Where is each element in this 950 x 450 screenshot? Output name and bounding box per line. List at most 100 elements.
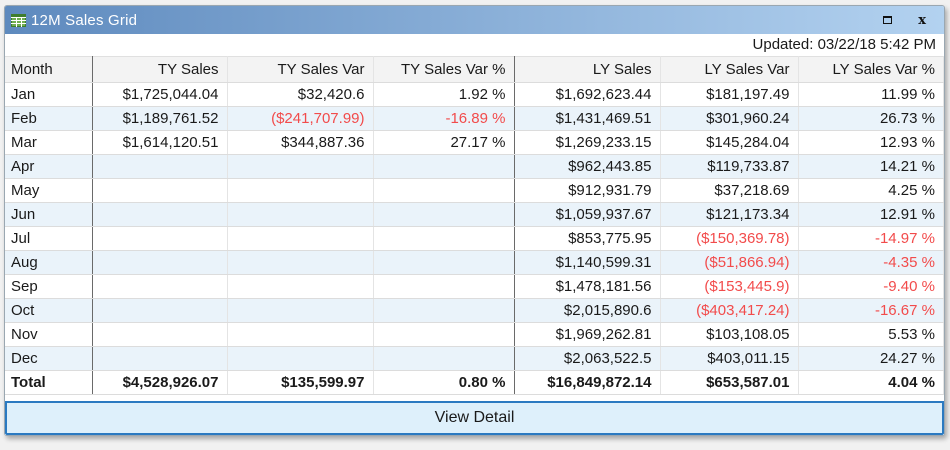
value-cell	[227, 202, 374, 227]
value-cell	[373, 298, 515, 323]
maximize-icon[interactable]	[883, 16, 893, 24]
value-cell: $344,887.36	[227, 130, 374, 155]
value-cell	[373, 346, 515, 371]
value-cell: -9.40 %	[798, 274, 944, 299]
value-cell: $32,420.6	[227, 82, 374, 107]
value-cell	[92, 202, 228, 227]
value-cell: 5.53 %	[798, 322, 944, 347]
value-cell: ($403,417.24)	[660, 298, 799, 323]
month-cell: Apr	[5, 154, 93, 179]
value-cell: $403,011.15	[660, 346, 799, 371]
value-cell: 4.04 %	[798, 370, 944, 395]
value-cell: $1,692,623.44	[514, 82, 661, 107]
table-row[interactable]: Apr $962,443.85 $119,733.87 14.21 %	[5, 154, 944, 179]
window-content: Updated: 03/22/18 5:42 PM Month TY Sales…	[5, 34, 944, 435]
column-header-ty-sales: TY Sales	[92, 56, 228, 83]
value-cell: 14.21 %	[798, 154, 944, 179]
value-cell	[92, 298, 228, 323]
header-row: Month TY Sales TY Sales Var TY Sales Var…	[5, 56, 944, 83]
value-cell: $653,587.01	[660, 370, 799, 395]
table-row[interactable]: Jan $1,725,044.04 $32,420.6 1.92 % $1,692,62…	[5, 82, 944, 107]
sales-grid-window: 12M Sales Grid x Updated: 03/22/18 5:42 …	[4, 5, 945, 436]
value-cell	[227, 226, 374, 251]
value-cell: $1,478,181.56	[514, 274, 661, 299]
titlebar[interactable]: 12M Sales Grid x	[5, 6, 944, 34]
month-cell: Dec	[5, 346, 93, 371]
value-cell: -4.35 %	[798, 250, 944, 275]
value-cell: $1,269,233.15	[514, 130, 661, 155]
value-cell	[373, 322, 515, 347]
value-cell: ($241,707.99)	[227, 106, 374, 131]
value-cell: $119,733.87	[660, 154, 799, 179]
value-cell	[373, 202, 515, 227]
month-cell: Oct	[5, 298, 93, 323]
value-cell: $2,015,890.6	[514, 298, 661, 323]
value-cell	[373, 250, 515, 275]
value-cell: 0.80 %	[373, 370, 515, 395]
column-header-ly-sales-var: LY Sales Var	[660, 56, 799, 83]
table-row[interactable]: Sep $1,478,181.56 ($153,445.9) -9.40 %	[5, 274, 944, 299]
value-cell: $912,931.79	[514, 178, 661, 203]
value-cell: $853,775.95	[514, 226, 661, 251]
column-header-ly-sales-var-pct: LY Sales Var %	[798, 56, 944, 83]
value-cell	[373, 178, 515, 203]
table-row[interactable]: Jul $853,775.95 ($150,369.78) -14.97 %	[5, 226, 944, 251]
value-cell: $1,189,761.52	[92, 106, 228, 131]
value-cell: ($153,445.9)	[660, 274, 799, 299]
value-cell: 11.99 %	[798, 82, 944, 107]
value-cell: $2,063,522.5	[514, 346, 661, 371]
value-cell: $135,599.97	[227, 370, 374, 395]
column-header-ty-sales-var: TY Sales Var	[227, 56, 374, 83]
table-row[interactable]: May $912,931.79 $37,218.69 4.25 %	[5, 178, 944, 203]
month-cell: Nov	[5, 322, 93, 347]
value-cell	[92, 250, 228, 275]
value-cell	[92, 154, 228, 179]
value-cell: $4,528,926.07	[92, 370, 228, 395]
value-cell: $1,059,937.67	[514, 202, 661, 227]
value-cell	[227, 298, 374, 323]
table-row[interactable]: Dec $2,063,522.5 $403,011.15 24.27 %	[5, 346, 944, 371]
value-cell	[227, 250, 374, 275]
value-cell: $962,443.85	[514, 154, 661, 179]
column-header-month: Month	[5, 56, 93, 83]
table-row[interactable]: Aug $1,140,599.31 ($51,866.94) -4.35 %	[5, 250, 944, 275]
value-cell: $1,614,120.51	[92, 130, 228, 155]
value-cell: $181,197.49	[660, 82, 799, 107]
value-cell: 1.92 %	[373, 82, 515, 107]
value-cell: $1,140,599.31	[514, 250, 661, 275]
value-cell	[227, 322, 374, 347]
view-detail-button[interactable]: View Detail	[5, 401, 944, 435]
table-row[interactable]: Jun $1,059,937.67 $121,173.34 12.91 %	[5, 202, 944, 227]
window-buttons: x	[883, 14, 936, 27]
value-cell: $121,173.34	[660, 202, 799, 227]
value-cell	[373, 226, 515, 251]
value-cell: 27.17 %	[373, 130, 515, 155]
value-cell: $145,284.04	[660, 130, 799, 155]
column-header-ty-sales-var-pct: TY Sales Var %	[373, 56, 515, 83]
value-cell: 4.25 %	[798, 178, 944, 203]
sales-table: Month TY Sales TY Sales Var TY Sales Var…	[5, 56, 944, 395]
value-cell	[227, 346, 374, 371]
value-cell	[227, 274, 374, 299]
table-row[interactable]: Mar $1,614,120.51 $344,887.36 27.17 % $1,269…	[5, 130, 944, 155]
table-row[interactable]: Nov $1,969,262.81 $103,108.05 5.53 %	[5, 322, 944, 347]
value-cell: 12.91 %	[798, 202, 944, 227]
value-cell: -14.97 %	[798, 226, 944, 251]
close-icon[interactable]: x	[918, 14, 926, 27]
value-cell: $103,108.05	[660, 322, 799, 347]
spreadsheet-grid-icon	[11, 13, 26, 27]
value-cell	[92, 346, 228, 371]
value-cell: $1,431,469.51	[514, 106, 661, 131]
value-cell: $16,849,872.14	[514, 370, 661, 395]
total-row[interactable]: Total $4,528,926.07 $135,599.97 0.80 % $16,8…	[5, 370, 944, 395]
value-cell	[227, 178, 374, 203]
value-cell: 24.27 %	[798, 346, 944, 371]
value-cell: -16.67 %	[798, 298, 944, 323]
value-cell: $1,969,262.81	[514, 322, 661, 347]
month-cell: May	[5, 178, 93, 203]
value-cell: ($150,369.78)	[660, 226, 799, 251]
table-row[interactable]: Oct $2,015,890.6 ($403,417.24) -16.67 %	[5, 298, 944, 323]
value-cell	[92, 226, 228, 251]
table-row[interactable]: Feb $1,189,761.52 ($241,707.99) -16.89 % $1,…	[5, 106, 944, 131]
value-cell	[92, 274, 228, 299]
